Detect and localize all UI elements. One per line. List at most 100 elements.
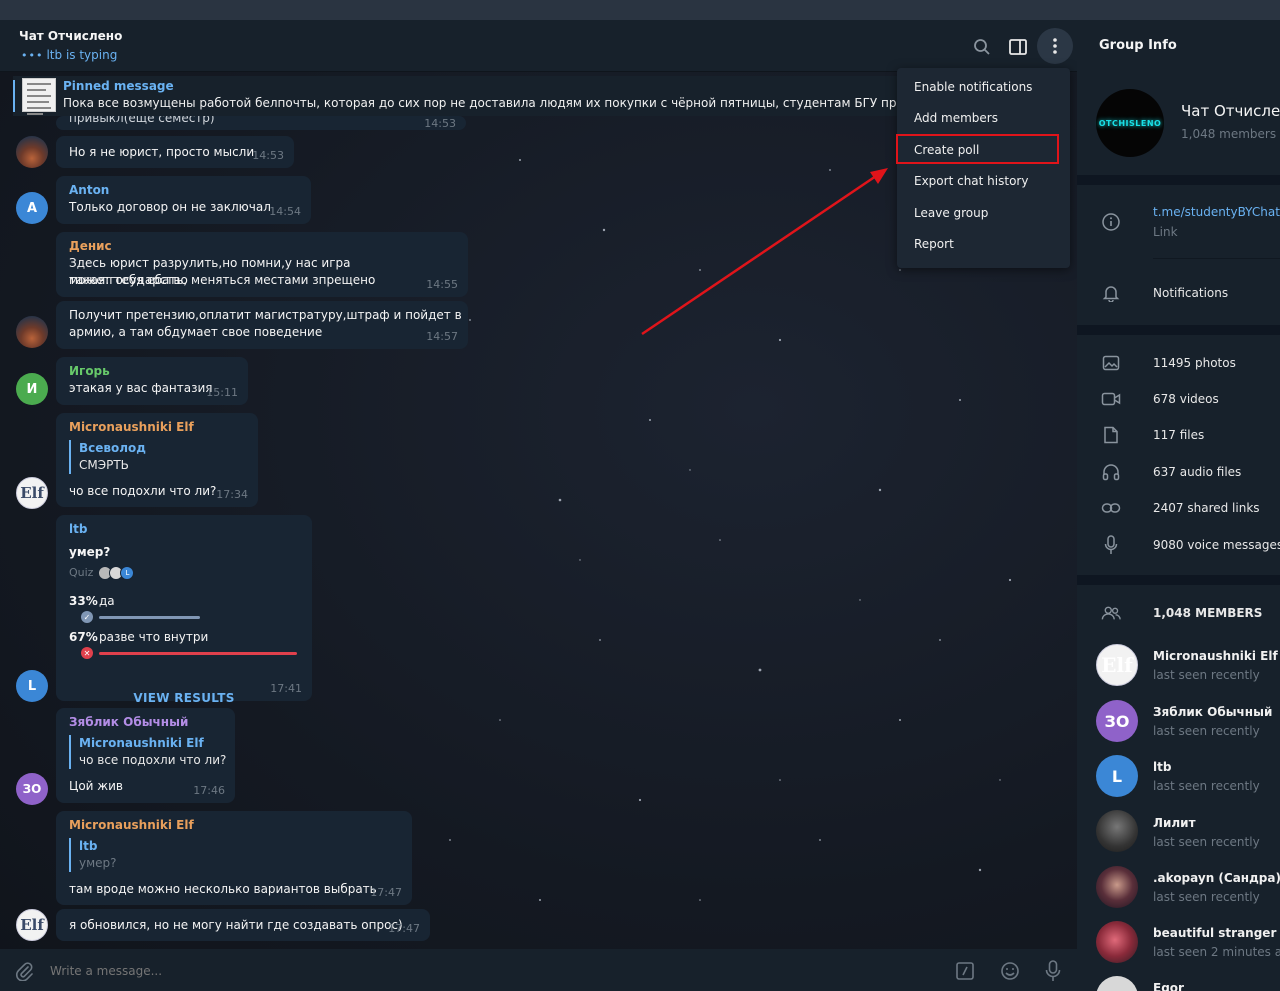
reply-preview[interactable]: Micronaushniki Elf чо все подохли что ли… [69, 735, 226, 769]
member-name[interactable]: Лилит [1153, 816, 1196, 830]
reply-text: СМЭРТЬ [79, 458, 129, 472]
message-bubble[interactable]: Денис Здесь юрист разрулить,но помни,у н… [56, 232, 468, 297]
avatar[interactable]: Elf [16, 909, 48, 941]
message-bubble[interactable]: привыкл(еще семестр) 14:53 [56, 116, 466, 130]
avatar[interactable] [16, 316, 48, 348]
member-name[interactable]: beautiful stranger #П [1153, 926, 1280, 940]
menu-item-leave-group[interactable]: Leave group [897, 198, 1070, 229]
member-status: last seen 2 minutes ago [1153, 945, 1280, 959]
notifications-toggle-label[interactable]: Notifications [1153, 286, 1228, 300]
message-bubble[interactable]: Anton Только договор он не заключал 14:5… [56, 176, 311, 224]
message-bubble[interactable]: Micronaushniki Elf Всеволод СМЭРТЬ чо вс… [56, 413, 258, 507]
pinned-thumbnail [22, 78, 56, 115]
bot-commands-icon[interactable] [953, 959, 977, 983]
member-avatar[interactable] [1096, 810, 1138, 852]
member-avatar[interactable] [1096, 866, 1138, 908]
media-voice-messages[interactable]: 9080 voice messages [1153, 538, 1280, 552]
group-info-panel: Group Info OTCHISLENO Чат Отчисленo 1,04… [1077, 20, 1280, 991]
attach-icon[interactable] [12, 959, 36, 983]
avatar[interactable]: Elf [16, 477, 48, 509]
sender-name[interactable]: Micronaushniki Elf [69, 817, 194, 834]
member-avatar[interactable] [1096, 921, 1138, 963]
photo-icon [1101, 353, 1121, 373]
sender-name[interactable]: Micronaushniki Elf [69, 419, 194, 436]
reply-name: ltb [79, 839, 98, 853]
message-text: Только договор он не заключал [69, 200, 271, 214]
pinned-message-bar[interactable]: Pinned message Пока все возмущены работо… [13, 76, 958, 116]
avatar[interactable] [16, 136, 48, 168]
message-bubble[interactable]: Но я не юрист, просто мысли 14:53 [56, 136, 294, 168]
sender-name[interactable]: Anton [69, 182, 109, 199]
avatar[interactable]: L [16, 670, 48, 702]
sender-name[interactable]: Денис [69, 238, 112, 255]
member-name[interactable]: ltb [1153, 760, 1171, 774]
media-videos[interactable]: 678 videos [1153, 392, 1219, 406]
member-avatar[interactable]: L [1096, 755, 1138, 797]
member-avatar[interactable]: Elf [1096, 644, 1138, 686]
sender-name[interactable]: Игорь [69, 363, 110, 380]
chat-options-menu: Enable notifications Add members Create … [897, 68, 1070, 268]
pinned-text: Пока все возмущены работой белпочты, кот… [63, 96, 958, 110]
member-name[interactable]: .akopayn (Сандра) [1153, 871, 1280, 885]
menu-item-enable-notifications[interactable]: Enable notifications [897, 72, 1070, 103]
message-composer [0, 949, 1077, 991]
typing-text: ltb is typing [46, 48, 118, 62]
menu-item-report[interactable]: Report [897, 229, 1070, 260]
annotation-highlight-box [896, 134, 1059, 164]
message-text: Цой жив [69, 779, 123, 793]
group-avatar[interactable]: OTCHISLENO [1096, 89, 1164, 157]
avatar[interactable]: ЗО [16, 773, 48, 805]
message-time: 17:47 [370, 886, 402, 899]
message-bubble[interactable]: я обновился, но не могу найти где создав… [56, 909, 430, 941]
menu-item-export-chat-history[interactable]: Export chat history [897, 166, 1070, 197]
reply-preview[interactable]: ltb умер? [69, 838, 117, 872]
poll-bubble[interactable]: ltb умер? Quiz L 33% да ✓ 67% разве что … [56, 515, 312, 705]
reply-preview[interactable]: Всеволод СМЭРТЬ [69, 440, 146, 474]
media-files[interactable]: 117 files [1153, 428, 1204, 442]
microphone-icon[interactable] [1041, 959, 1065, 983]
message-time: 17:46 [193, 784, 225, 797]
member-status: last seen recently [1153, 668, 1260, 682]
poll-option-percent: 67% [69, 630, 98, 644]
member-status: last seen recently [1153, 724, 1260, 738]
poll-option: 67% разве что внутри ✕ [69, 629, 299, 663]
message-text: чо все подохли что ли? [69, 484, 217, 498]
video-icon [1101, 389, 1121, 409]
sidebar-toggle-icon[interactable] [1004, 33, 1032, 61]
member-avatar[interactable]: ЗО [1096, 700, 1138, 742]
media-photos[interactable]: 11495 photos [1153, 356, 1236, 370]
member-avatar[interactable] [1096, 976, 1138, 991]
media-audio-files[interactable]: 637 audio files [1153, 465, 1241, 479]
search-icon[interactable] [968, 33, 996, 61]
avatar[interactable]: A [16, 192, 48, 224]
more-vertical-icon [1053, 38, 1057, 54]
member-name[interactable]: Egor [1153, 981, 1184, 991]
chat-title[interactable]: Чат Отчислено [19, 29, 122, 43]
message-bubble[interactable]: Micronaushniki Elf ltb умер? там вроде м… [56, 811, 412, 905]
message-bubble[interactable]: Зяблик Обычный Micronaushniki Elf чо все… [56, 708, 235, 803]
emoji-icon[interactable] [998, 959, 1022, 983]
voter-avatar: L [120, 565, 135, 580]
avatar[interactable]: И [16, 373, 48, 405]
reply-text: умер? [79, 856, 117, 870]
reply-name: Micronaushniki Elf [79, 736, 204, 750]
bell-icon [1101, 283, 1121, 303]
media-shared-links[interactable]: 2407 shared links [1153, 501, 1260, 515]
sender-name[interactable]: ltb [69, 521, 299, 538]
message-time: 15:11 [206, 386, 238, 399]
more-options-button[interactable] [1037, 28, 1073, 64]
file-icon [1101, 425, 1121, 445]
message-bubble[interactable]: Игорь этакая у вас фантазия 15:11 [56, 357, 248, 405]
message-time: 14:54 [269, 205, 301, 218]
chat-header: Чат Отчислено ••• ltb is typing [0, 20, 1077, 72]
link-icon [1101, 498, 1121, 518]
microphone-icon [1101, 535, 1121, 555]
member-name[interactable]: Micronaushniki Elf [1153, 649, 1278, 663]
message-bubble[interactable]: Получит претензию,оплатит магистратуру,ш… [56, 301, 468, 349]
sender-name[interactable]: Зяблик Обычный [69, 714, 188, 731]
message-input[interactable] [50, 959, 910, 983]
group-link[interactable]: t.me/studentyBYChat [1153, 205, 1280, 219]
member-name[interactable]: Зяблик Обычный [1153, 705, 1272, 719]
headphones-icon [1101, 462, 1121, 482]
menu-item-add-members[interactable]: Add members [897, 103, 1070, 134]
